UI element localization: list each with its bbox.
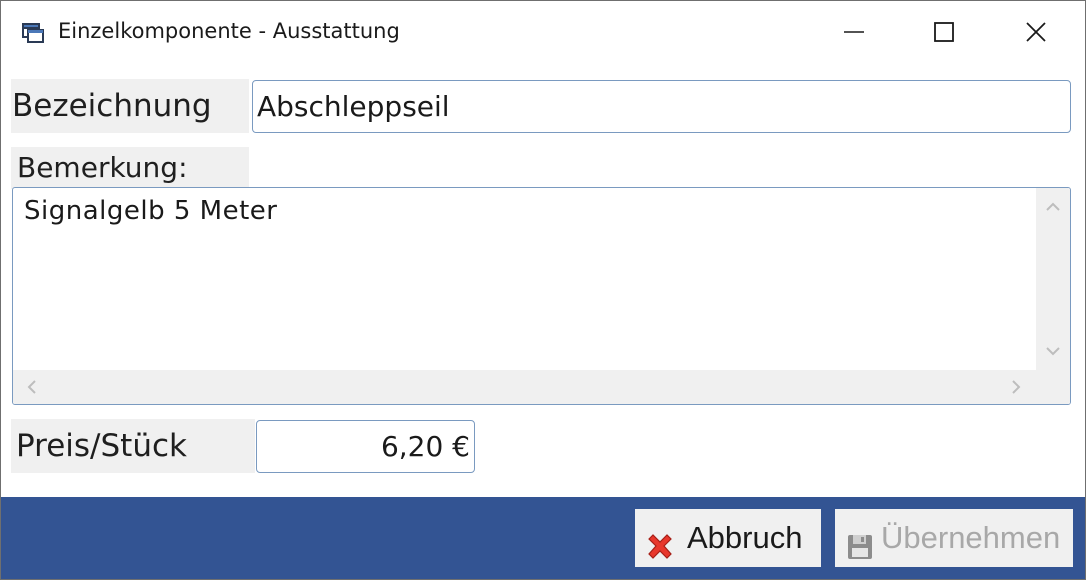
maximize-button[interactable] (913, 9, 975, 55)
maximize-icon (934, 22, 954, 42)
scroll-corner (1036, 370, 1070, 404)
abbruch-button[interactable]: Abbruch (635, 509, 821, 567)
scroll-right-icon[interactable] (1011, 380, 1021, 394)
bemerkung-textarea[interactable]: Signalgelb 5 Meter (12, 187, 1071, 405)
uebernehmen-label: Übernehmen (881, 520, 1061, 555)
scroll-left-icon[interactable] (27, 380, 37, 394)
scroll-down-icon[interactable] (1046, 346, 1060, 356)
abbruch-label: Abbruch (687, 520, 803, 555)
minimize-icon (844, 31, 864, 33)
bemerkung-text[interactable]: Signalgelb 5 Meter (13, 188, 1035, 370)
horizontal-scrollbar[interactable] (13, 370, 1070, 404)
button-bar: Abbruch Übernehmen (1, 497, 1085, 579)
form-icon (21, 21, 45, 45)
bezeichnung-input[interactable] (252, 80, 1071, 133)
uebernehmen-button[interactable]: Übernehmen (835, 509, 1073, 567)
scroll-up-icon[interactable] (1046, 202, 1060, 212)
form-content: Bezeichnung Bemerkung: Signalgelb 5 Mete… (1, 65, 1085, 497)
title-bar[interactable]: Einzelkomponente - Ausstattung (1, 1, 1085, 65)
close-icon (1026, 22, 1046, 42)
minimize-button[interactable] (823, 9, 885, 55)
bemerkung-label: Bemerkung: (11, 147, 249, 189)
preis-label: Preis/Stück (11, 419, 255, 473)
preis-input[interactable]: 6,20 € (256, 420, 475, 473)
floppy-disk-icon (845, 523, 875, 559)
vertical-scrollbar[interactable] (1036, 188, 1070, 370)
dialog-window: Einzelkomponente - Ausstattung Bezeichnu… (0, 0, 1086, 580)
bezeichnung-label: Bezeichnung (11, 79, 249, 133)
close-button[interactable] (1005, 9, 1067, 55)
window-title: Einzelkomponente - Ausstattung (58, 19, 400, 43)
red-x-icon (645, 523, 675, 559)
